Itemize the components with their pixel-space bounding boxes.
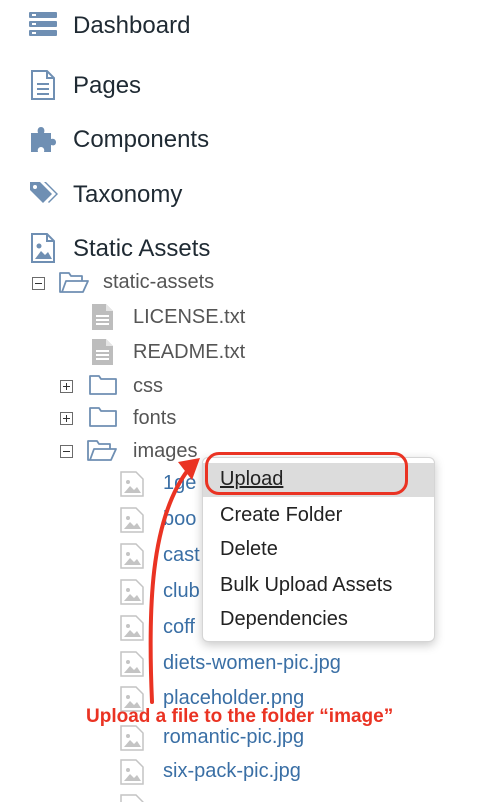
folder-open-icon: [87, 440, 117, 461]
tree-label-css: css: [133, 375, 163, 397]
file-icon: [92, 304, 113, 330]
tree-file-readme[interactable]: README.txt: [88, 337, 288, 367]
image-file-icon: [120, 794, 144, 802]
tree-file-label: romantic-pic.jpg: [163, 726, 305, 748]
tree-folder-css[interactable]: css: [58, 371, 258, 401]
image-file-icon: [120, 725, 144, 751]
file-icon: [92, 339, 113, 365]
menu-item-label: Bulk Upload Assets: [220, 574, 393, 596]
nav-label-pages: Pages: [73, 72, 142, 99]
menu-item-label: Delete: [220, 538, 278, 560]
tree-label-static-assets: static-assets: [103, 271, 215, 293]
nav-item-dashboard[interactable]: Dashboard: [0, 3, 300, 47]
nav-item-taxonomy[interactable]: Taxonomy: [0, 172, 300, 216]
nav-item-pages[interactable]: Pages: [0, 63, 300, 107]
annotation-arrow-icon: [148, 458, 200, 704]
folder-icon: [89, 407, 117, 427]
expand-toggle-icon[interactable]: [60, 380, 73, 393]
tree-label-fonts: fonts: [133, 407, 177, 429]
annotation-text: Upload a file to the folder “image”: [86, 706, 394, 727]
annotation-highlight-ring: [205, 452, 408, 495]
tree-label-readme: README.txt: [133, 341, 246, 363]
taxonomy-icon: [30, 182, 58, 203]
static-assets-icon: [31, 233, 55, 263]
dashboard-icon: [29, 12, 57, 36]
pages-icon: [31, 70, 55, 100]
nav-label-taxonomy: Taxonomy: [73, 181, 183, 208]
tree-folder-fonts[interactable]: fonts: [58, 403, 258, 433]
collapse-toggle-icon[interactable]: [60, 445, 73, 458]
components-icon: [31, 127, 56, 152]
expand-toggle-icon[interactable]: [60, 412, 73, 425]
folder-open-icon: [59, 272, 89, 293]
nav-item-components[interactable]: Components: [0, 117, 300, 161]
image-file-icon: [120, 759, 144, 785]
tree-file-image-partial[interactable]: [118, 792, 178, 802]
menu-item-dependencies[interactable]: Dependencies: [203, 603, 434, 637]
menu-item-delete[interactable]: Delete: [203, 533, 434, 567]
tree-file-image[interactable]: six-pack-pic.jpg: [118, 757, 338, 787]
nav-label-static-assets: Static Assets: [73, 235, 211, 262]
tree-label-license: LICENSE.txt: [133, 306, 246, 328]
menu-item-bulk-upload-assets[interactable]: Bulk Upload Assets: [203, 569, 434, 603]
tree-file-label: six-pack-pic.jpg: [163, 760, 301, 782]
tree-file-license[interactable]: LICENSE.txt: [88, 302, 288, 332]
folder-icon: [89, 375, 117, 395]
menu-item-create-folder[interactable]: Create Folder: [203, 499, 434, 533]
menu-item-label: Dependencies: [220, 608, 348, 630]
nav-item-static-assets[interactable]: Static Assets: [0, 226, 300, 270]
collapse-toggle-icon[interactable]: [32, 277, 45, 290]
nav-label-components: Components: [73, 126, 210, 153]
nav-label-dashboard: Dashboard: [73, 12, 191, 39]
tree-folder-static-assets[interactable]: static-assets: [30, 268, 260, 298]
menu-item-label: Create Folder: [220, 504, 343, 526]
